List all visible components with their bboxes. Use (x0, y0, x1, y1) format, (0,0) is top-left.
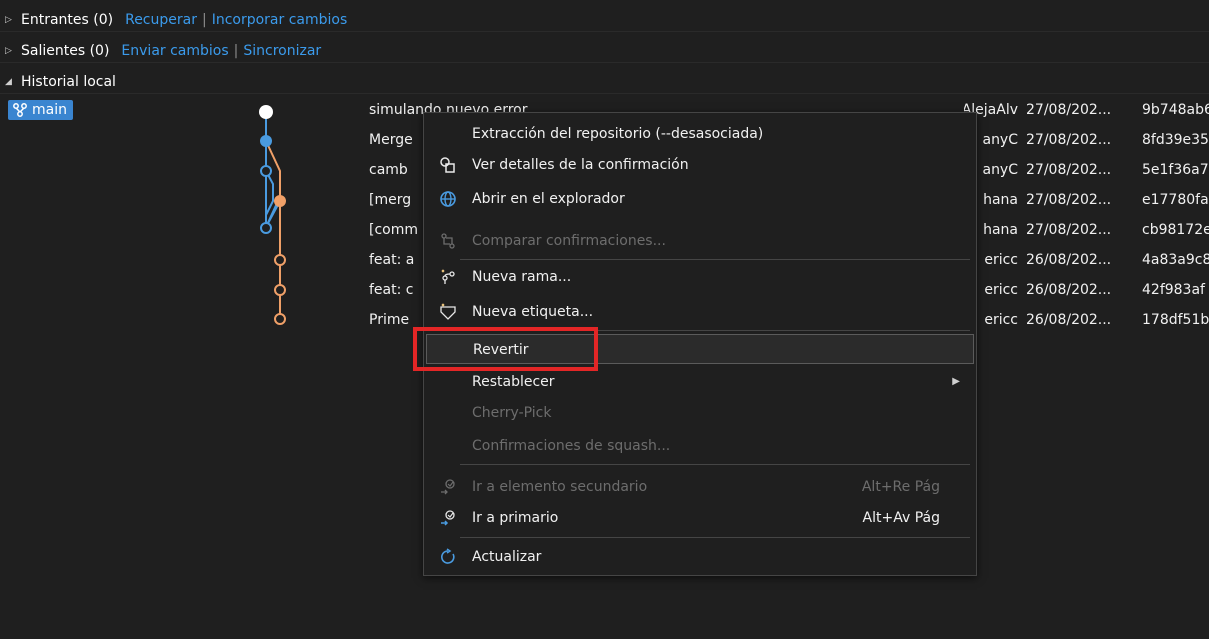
globe-icon (434, 184, 462, 214)
incoming-section: ▷ Entrantes (0) Recuperar | Incorporar c… (0, 8, 1209, 32)
menu-item-label: Nueva rama... (472, 269, 572, 285)
commit-sha: 5e1f36a7 (1142, 162, 1209, 178)
expand-icon[interactable]: ▷ (5, 40, 15, 62)
commit-sha: 4a83a9c8 (1142, 252, 1209, 268)
menu-item-compare[interactable]: Comparar confirmaciones... (426, 226, 974, 256)
commit-node (260, 222, 272, 234)
commit-node (274, 313, 286, 325)
commit-sha: cb98172e (1142, 222, 1209, 238)
menu-item-refresh[interactable]: Actualizar (426, 542, 974, 572)
branch-icon (13, 103, 27, 117)
menu-item-goto-parent[interactable]: Ir a primario Alt+Av Pág (426, 503, 974, 533)
commit-date: 27/08/202... (1026, 222, 1112, 238)
menu-item-squash[interactable]: Confirmaciones de squash... (426, 431, 974, 461)
menu-item-new-tag[interactable]: Nueva etiqueta... (426, 297, 974, 327)
pull-link[interactable]: Incorporar cambios (212, 9, 348, 31)
menu-item-label: Revertir (473, 342, 529, 358)
commit-message[interactable]: feat: a (369, 249, 429, 271)
sync-link[interactable]: Sincronizar (243, 40, 321, 62)
commit-sha: 8fd39e35 (1142, 132, 1209, 148)
commit-message[interactable]: [comm (369, 219, 429, 241)
menu-item-label: Abrir en el explorador (472, 191, 625, 207)
commit-date: 26/08/202... (1026, 312, 1112, 328)
commit-sha: 9b748ab6 (1142, 102, 1209, 118)
menu-item-revert[interactable]: Revertir (426, 334, 974, 364)
menu-item-label: Restablecer (472, 374, 555, 390)
goto-parent-icon (434, 503, 462, 533)
menu-separator (460, 259, 970, 260)
menu-item-label: Ver detalles de la confirmación (472, 157, 689, 173)
menu-item-view-details[interactable]: Ver detalles de la confirmación (426, 150, 974, 180)
commit-node (274, 195, 286, 207)
menu-item-label: Confirmaciones de squash... (472, 438, 671, 454)
menu-item-label: Ir a primario (472, 510, 559, 526)
commit-sha: 42f983af (1142, 282, 1205, 298)
local-history-section: ◢ Historial local (0, 70, 1209, 94)
expand-icon[interactable]: ▷ (5, 9, 15, 31)
menu-item-label: Cherry-Pick (472, 405, 552, 421)
commit-details-icon (434, 150, 462, 180)
compare-icon (434, 226, 462, 256)
commit-node (260, 165, 272, 177)
menu-item-label: Actualizar (472, 549, 542, 565)
menu-separator (460, 464, 970, 465)
commit-node (274, 284, 286, 296)
divider: | (233, 42, 239, 59)
outgoing-section: ▷ Salientes (0) Enviar cambios | Sincron… (0, 39, 1209, 63)
collapse-icon[interactable]: ◢ (5, 71, 15, 93)
fetch-link[interactable]: Recuperar (125, 9, 197, 31)
commit-sha: e17780fa (1142, 192, 1209, 208)
shortcut-text: Alt+Re Pág (861, 479, 940, 495)
menu-item-label: Nueva etiqueta... (472, 304, 594, 320)
submenu-arrow-icon: ▶ (952, 376, 960, 387)
menu-item-new-branch[interactable]: Nueva rama... (426, 262, 974, 292)
divider: | (201, 11, 207, 28)
commit-node (259, 105, 273, 119)
push-link[interactable]: Enviar cambios (121, 40, 228, 62)
commit-message[interactable]: camb (369, 159, 429, 181)
commit-message[interactable]: Merge (369, 129, 429, 151)
commit-graph (259, 105, 286, 325)
commit-message[interactable]: Prime (369, 309, 429, 331)
menu-separator (460, 537, 970, 538)
context-menu: Extracción del repositorio (--desasociad… (423, 112, 977, 576)
tag-icon (434, 297, 462, 327)
branch-name: main (32, 102, 67, 118)
commit-message[interactable]: [merg (369, 189, 429, 211)
menu-item-checkout[interactable]: Extracción del repositorio (--desasociad… (426, 119, 974, 149)
refresh-icon (434, 542, 462, 572)
branch-badge[interactable]: main (8, 100, 73, 120)
commit-node (274, 254, 286, 266)
commit-date: 27/08/202... (1026, 132, 1112, 148)
commit-date: 26/08/202... (1026, 252, 1112, 268)
menu-item-open-browser[interactable]: Abrir en el explorador (426, 184, 974, 214)
new-branch-icon (434, 262, 462, 292)
commit-date: 27/08/202... (1026, 162, 1112, 178)
commit-message[interactable]: feat: c (369, 279, 429, 301)
commit-sha: 178df51b (1142, 312, 1209, 328)
local-history-title[interactable]: Historial local (21, 71, 116, 93)
commit-date: 26/08/202... (1026, 282, 1112, 298)
menu-item-label: Extracción del repositorio (--desasociad… (472, 126, 764, 142)
goto-child-icon (434, 472, 462, 502)
menu-item-goto-child[interactable]: Ir a elemento secundario Alt+Re Pág (426, 472, 974, 502)
menu-separator (460, 330, 970, 331)
incoming-title[interactable]: Entrantes (0) (21, 9, 113, 31)
menu-item-label: Ir a elemento secundario (472, 479, 648, 495)
commit-date: 27/08/202... (1026, 102, 1112, 118)
menu-item-label: Comparar confirmaciones... (472, 233, 666, 249)
commit-date: 27/08/202... (1026, 192, 1112, 208)
outgoing-title[interactable]: Salientes (0) (21, 40, 109, 62)
menu-item-cherry-pick[interactable]: Cherry-Pick (426, 398, 974, 428)
shortcut-text: Alt+Av Pág (862, 510, 940, 526)
commit-node (260, 135, 272, 147)
menu-item-reset[interactable]: Restablecer ▶ (426, 367, 974, 397)
